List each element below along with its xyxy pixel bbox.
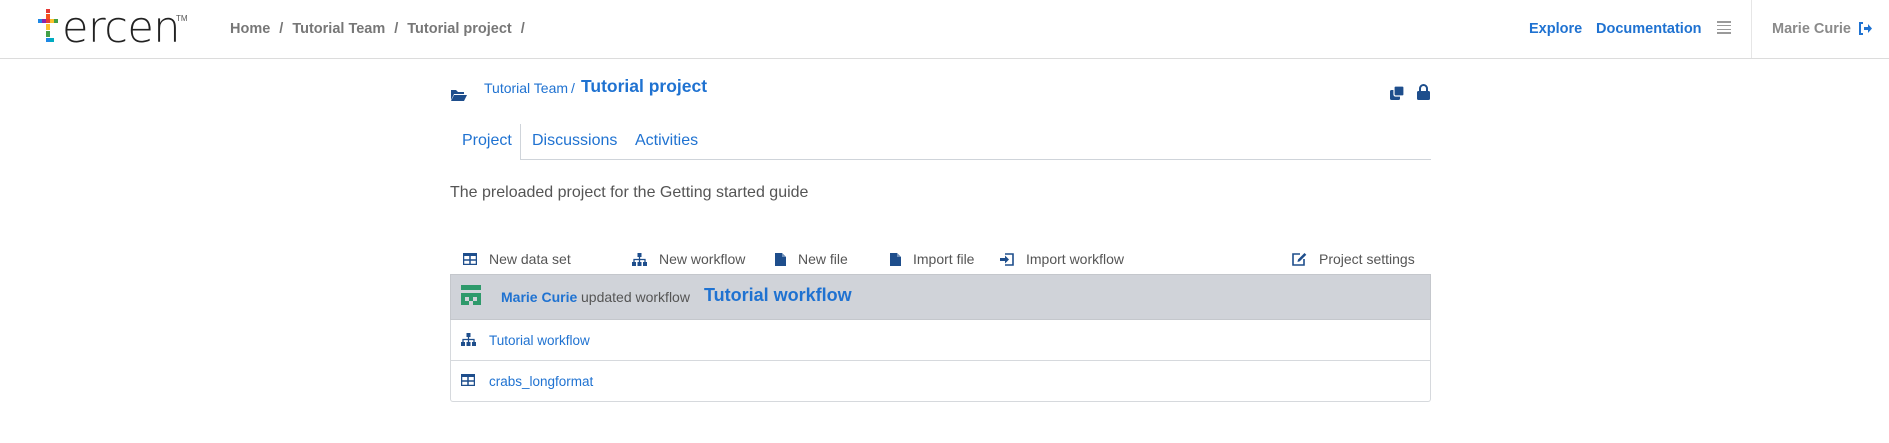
activity-target-link[interactable]: Tutorial workflow — [704, 285, 852, 306]
new-file-label: New file — [798, 251, 848, 267]
new-file-button[interactable]: New file — [775, 241, 848, 277]
activity-verb: updated workflow — [581, 289, 690, 305]
breadcrumb: Home / Tutorial Team / Tutorial project / — [230, 21, 534, 37]
logo-cross-icon — [38, 9, 58, 42]
documentation-link[interactable]: Documentation — [1596, 21, 1702, 37]
breadcrumb-separator: / — [520, 21, 525, 37]
tercen-logo[interactable]: ercen TM — [38, 3, 188, 53]
file-icon — [775, 252, 786, 266]
new-workflow-label: New workflow — [659, 251, 746, 267]
import-icon — [1000, 252, 1014, 266]
breadcrumb-project[interactable]: Tutorial project — [407, 21, 511, 37]
table-icon — [463, 253, 477, 265]
project-team-link[interactable]: Tutorial Team — [484, 80, 568, 96]
sitemap-icon — [461, 333, 476, 346]
logo-trademark: TM — [176, 14, 188, 23]
import-workflow-label: Import workflow — [1026, 251, 1125, 267]
menu-icon[interactable] — [1717, 21, 1731, 35]
project-description: The preloaded project for the Getting st… — [450, 184, 809, 201]
folder-open-icon — [451, 90, 467, 101]
file-icon — [890, 252, 901, 266]
import-workflow-button[interactable]: Import workflow — [1000, 241, 1124, 277]
breadcrumb-separator: / — [394, 21, 399, 37]
breadcrumb-team[interactable]: Tutorial Team — [292, 21, 385, 37]
activity-banner: Marie Curie updated workflow Tutorial wo… — [450, 274, 1431, 320]
project-settings-label: Project settings — [1319, 251, 1415, 267]
tab-project[interactable]: Project — [462, 132, 512, 150]
project-settings-button[interactable]: Project settings — [1292, 241, 1415, 277]
edit-icon — [1292, 253, 1307, 266]
navbar-divider — [1751, 0, 1752, 58]
item-link[interactable]: crabs_longformat — [489, 374, 593, 389]
project-actions-toolbar: New data set New workflow New file Impor… — [450, 241, 1431, 277]
item-link[interactable]: Tutorial workflow — [489, 333, 590, 348]
project-items-list: Tutorial workflow crabs_longformat — [450, 320, 1431, 402]
project-title: Tutorial project — [581, 76, 708, 96]
project-header-separator: / — [571, 80, 575, 96]
new-data-set-label: New data set — [489, 251, 571, 267]
new-workflow-button[interactable]: New workflow — [632, 241, 745, 277]
lock-icon[interactable] — [1417, 84, 1430, 100]
top-navbar: ercen TM Home / Tutorial Team / Tutorial pro… — [0, 0, 1889, 59]
list-item[interactable]: crabs_longformat — [451, 360, 1430, 401]
activity-user-link[interactable]: Marie Curie — [501, 289, 577, 305]
logo-wordmark: ercen — [62, 3, 181, 53]
project-tabs: Project Discussions Activities — [450, 124, 1431, 160]
new-data-set-button[interactable]: New data set — [463, 241, 571, 277]
import-file-label: Import file — [913, 251, 975, 267]
workflow-avatar-icon — [461, 285, 481, 305]
breadcrumb-separator: / — [279, 21, 284, 37]
logout-icon[interactable] — [1858, 22, 1872, 35]
sitemap-icon — [632, 252, 647, 266]
copy-icon[interactable] — [1390, 86, 1405, 101]
tab-discussions[interactable]: Discussions — [532, 132, 617, 150]
list-item[interactable]: Tutorial workflow — [451, 320, 1430, 360]
user-name[interactable]: Marie Curie — [1772, 21, 1851, 37]
breadcrumb-home[interactable]: Home — [230, 21, 270, 37]
import-file-button[interactable]: Import file — [890, 241, 974, 277]
tab-activities[interactable]: Activities — [635, 132, 698, 150]
explore-link[interactable]: Explore — [1529, 21, 1582, 37]
table-icon — [461, 374, 475, 386]
